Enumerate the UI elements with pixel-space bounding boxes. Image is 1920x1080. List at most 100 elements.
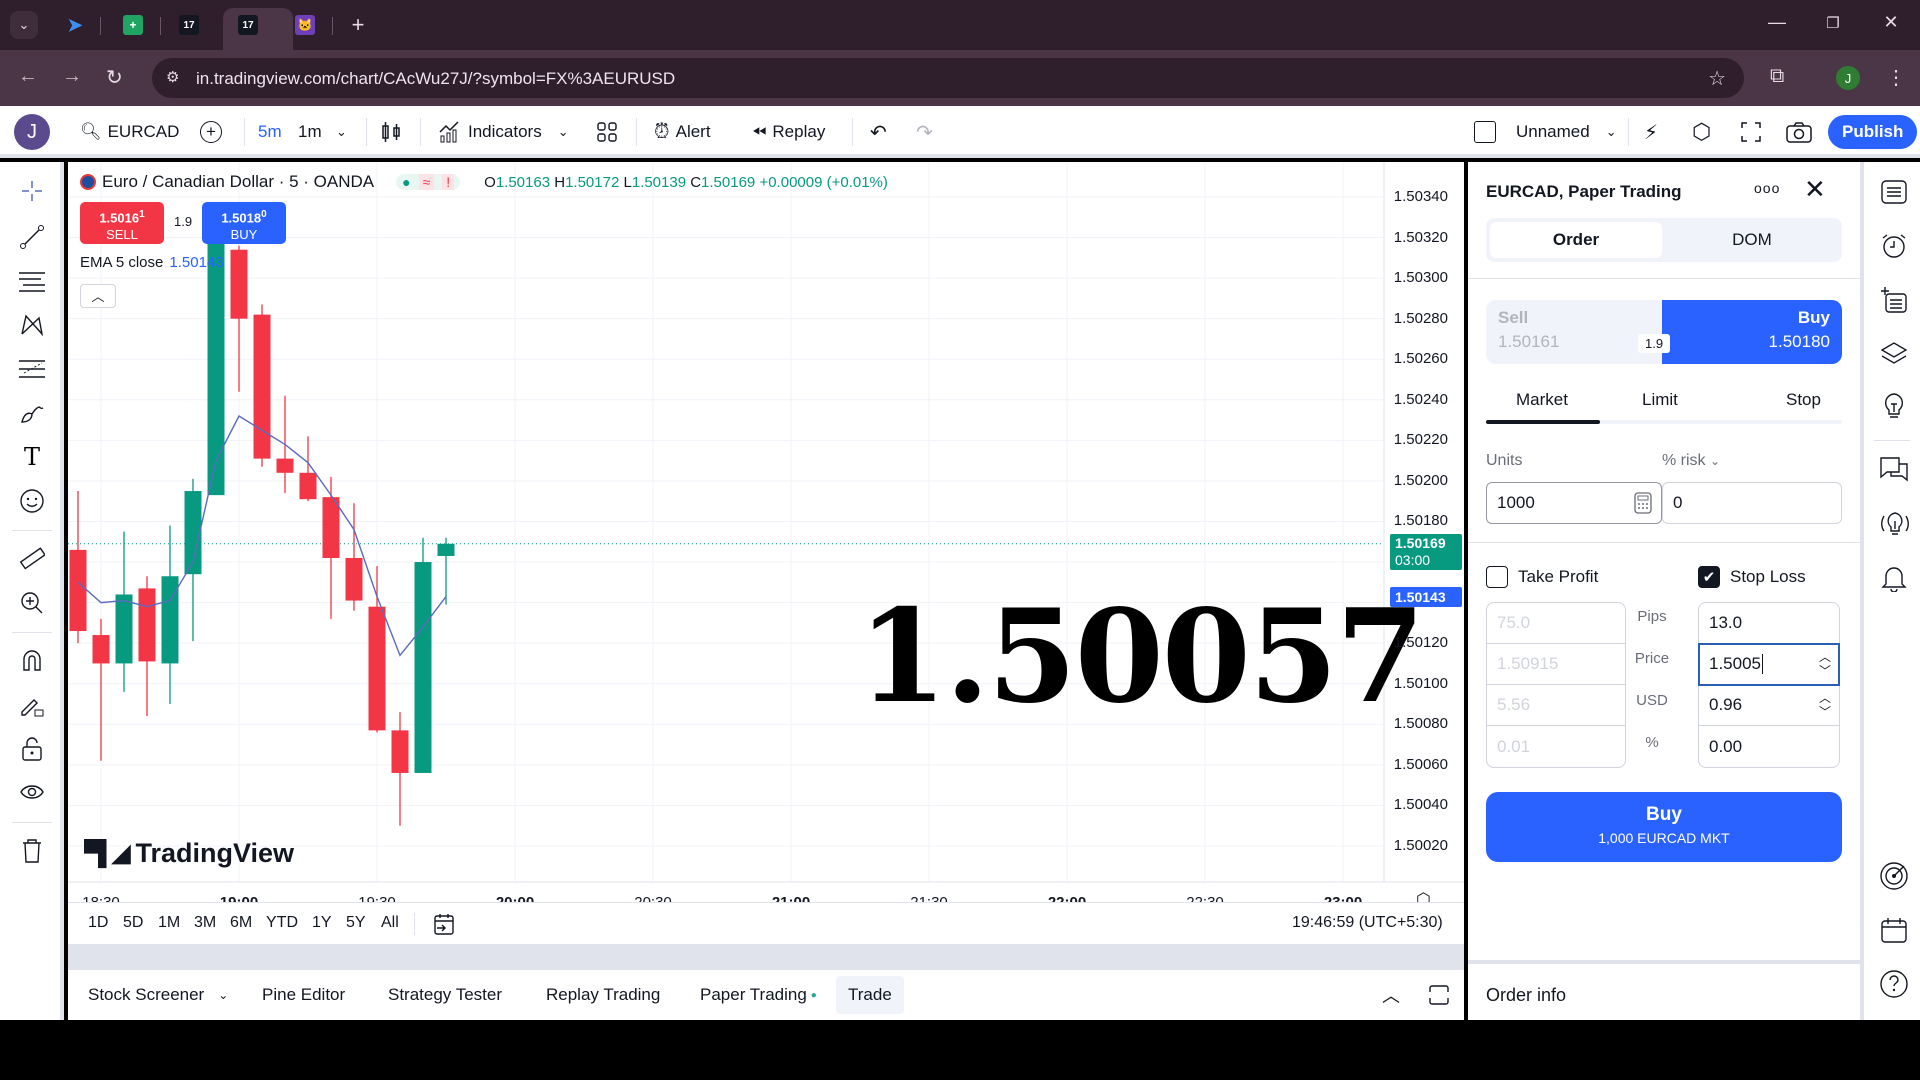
ideas-button[interactable]: [1878, 390, 1910, 422]
more-options-icon[interactable]: ooo: [1754, 180, 1780, 196]
sl-pips-input[interactable]: 13.0: [1699, 603, 1839, 644]
sl-usd-input[interactable]: 0.96 ︿ ﹀: [1699, 685, 1839, 726]
order-type-stop[interactable]: Stop: [1786, 390, 1821, 410]
sl-usd-stepper[interactable]: ︿ ﹀: [1819, 691, 1831, 719]
tradingview-watermark[interactable]: ▀▌◢ TradingView: [84, 838, 294, 869]
go-to-date-button[interactable]: [432, 912, 456, 941]
hide-drawings-tool[interactable]: [17, 778, 47, 808]
streams-button[interactable]: [1878, 508, 1910, 540]
take-profit-checkbox[interactable]: [1486, 566, 1508, 588]
calendar-button[interactable]: [1878, 914, 1910, 946]
sl-price-input[interactable]: 1.5005 ︿ ﹀: [1698, 643, 1840, 686]
browser-tab[interactable]: 17: [178, 9, 200, 41]
timezone-clock[interactable]: 19:46:59 (UTC+5:30): [1292, 914, 1443, 932]
brush-tool[interactable]: [17, 398, 47, 428]
tp-price-input[interactable]: 1.50915: [1487, 644, 1625, 685]
watchlist-button[interactable]: [1878, 176, 1910, 208]
tab-trade[interactable]: Trade: [836, 976, 904, 1014]
units-input[interactable]: 1000: [1486, 482, 1662, 524]
help-button[interactable]: [1878, 968, 1910, 1000]
chart-title[interactable]: Euro / Canadian Dollar · 5 · OANDA: [102, 172, 374, 192]
emoji-tool[interactable]: [17, 486, 47, 516]
measure-tool[interactable]: [17, 544, 47, 574]
browser-tab[interactable]: 🐱: [294, 9, 316, 41]
tab-stock-screener[interactable]: Stock Screener ⌄: [88, 970, 228, 1020]
user-menu-button[interactable]: J: [14, 106, 50, 158]
browser-tab[interactable]: +: [122, 9, 144, 41]
stop-loss-checkbox[interactable]: ✔: [1698, 566, 1720, 588]
chats-button[interactable]: [1878, 454, 1910, 486]
minimize-button[interactable]: —: [1762, 12, 1792, 33]
tp-percent-input[interactable]: 0.01: [1487, 726, 1625, 767]
fib-tool[interactable]: [17, 354, 47, 384]
browser-tab[interactable]: ➤: [64, 9, 86, 41]
tab-pine-editor[interactable]: Pine Editor: [262, 970, 345, 1020]
fullscreen-button[interactable]: [1740, 106, 1762, 158]
site-settings-icon[interactable]: ⚙: [166, 68, 179, 86]
chart-type-button[interactable]: [380, 106, 402, 158]
magnet-tool[interactable]: [17, 646, 47, 676]
order-type-market[interactable]: Market: [1516, 390, 1568, 410]
interval-1m-button[interactable]: 1m: [298, 106, 322, 158]
range-all[interactable]: All: [381, 914, 399, 932]
symbol-search-button[interactable]: 🔍︎ EURCAD: [80, 106, 179, 158]
tab-order[interactable]: Order: [1490, 222, 1662, 258]
lock-drawings-tool[interactable]: [17, 734, 47, 764]
order-info-section[interactable]: Order info: [1486, 985, 1566, 1006]
interval-dropdown-chevron-icon[interactable]: ⌄: [336, 106, 347, 158]
market-status-badges[interactable]: ● ≈ !: [396, 174, 461, 190]
chart-pane[interactable]: Euro / Canadian Dollar · 5 · OANDA ● ≈ !…: [68, 162, 1464, 911]
replay-button[interactable]: ⏪︎ Replay: [752, 106, 825, 158]
sl-percent-input[interactable]: 0.00: [1699, 726, 1839, 767]
tab-search-button[interactable]: ⌄: [10, 9, 38, 41]
maximize-panel-button[interactable]: [1428, 970, 1450, 1020]
quick-search-button[interactable]: ⚡︎: [1644, 106, 1658, 158]
quick-buy-button[interactable]: 1.50180 BUY: [202, 202, 286, 244]
layers-button[interactable]: [1878, 338, 1910, 370]
tab-dom[interactable]: DOM: [1666, 222, 1838, 258]
restore-button[interactable]: ❐: [1818, 14, 1848, 32]
compare-symbol-button[interactable]: +: [200, 106, 222, 158]
snapshot-button[interactable]: [1786, 106, 1812, 158]
interval-5m-button[interactable]: 5m: [258, 106, 282, 158]
new-tab-button[interactable]: +: [346, 9, 370, 41]
profile-avatar[interactable]: J: [1836, 66, 1860, 90]
trend-line-tool[interactable]: [17, 222, 47, 252]
publish-button[interactable]: Publish: [1828, 106, 1918, 158]
browser-menu-icon[interactable]: ⋮: [1886, 65, 1906, 90]
range-1m[interactable]: 1M: [158, 914, 180, 932]
layouts-button[interactable]: [596, 106, 618, 158]
tp-pips-input[interactable]: 75.0: [1487, 603, 1625, 644]
range-1y[interactable]: 1Y: [312, 914, 332, 932]
sell-side-button[interactable]: Sell 1.50161: [1486, 300, 1662, 364]
ema-legend[interactable]: EMA 5 close 1.50143: [80, 254, 224, 271]
layout-name-button[interactable]: Unnamed ⌄: [1474, 106, 1617, 158]
object-tree-button[interactable]: [1878, 284, 1910, 316]
range-5d[interactable]: 5D: [123, 914, 143, 932]
hotlists-button[interactable]: [1878, 860, 1910, 892]
close-panel-icon[interactable]: ✕: [1804, 174, 1826, 205]
undo-button[interactable]: ↶: [870, 106, 887, 158]
browser-tab-active-favicon[interactable]: 17: [237, 9, 259, 41]
zoom-tool[interactable]: [17, 588, 47, 618]
range-3m[interactable]: 3M: [194, 914, 216, 932]
extensions-icon[interactable]: ⧉: [1770, 65, 1784, 88]
settings-button[interactable]: ⬡: [1692, 106, 1711, 158]
range-5y[interactable]: 5Y: [346, 914, 366, 932]
range-ytd[interactable]: YTD: [266, 914, 298, 932]
remove-drawings-tool[interactable]: [17, 836, 47, 866]
range-1d[interactable]: 1D: [88, 914, 108, 932]
close-window-button[interactable]: ✕: [1876, 12, 1906, 33]
stay-in-drawing-mode-tool[interactable]: [17, 690, 47, 720]
bookmark-star-icon[interactable]: ☆: [1708, 66, 1726, 91]
order-type-limit[interactable]: Limit: [1642, 390, 1678, 410]
redo-button[interactable]: ↷: [916, 106, 933, 158]
url-text[interactable]: in.tradingview.com/chart/CAcWu27J/?symbo…: [196, 69, 675, 89]
chart-canvas[interactable]: [68, 162, 1464, 902]
quick-sell-button[interactable]: 1.50161 SELL: [80, 202, 164, 244]
crosshair-tool[interactable]: [17, 176, 47, 206]
expand-panel-button[interactable]: ︿: [1382, 970, 1400, 1020]
calculator-icon[interactable]: [1633, 492, 1653, 514]
alerts-button[interactable]: [1878, 230, 1910, 262]
tp-usd-input[interactable]: 5.56: [1487, 685, 1625, 726]
